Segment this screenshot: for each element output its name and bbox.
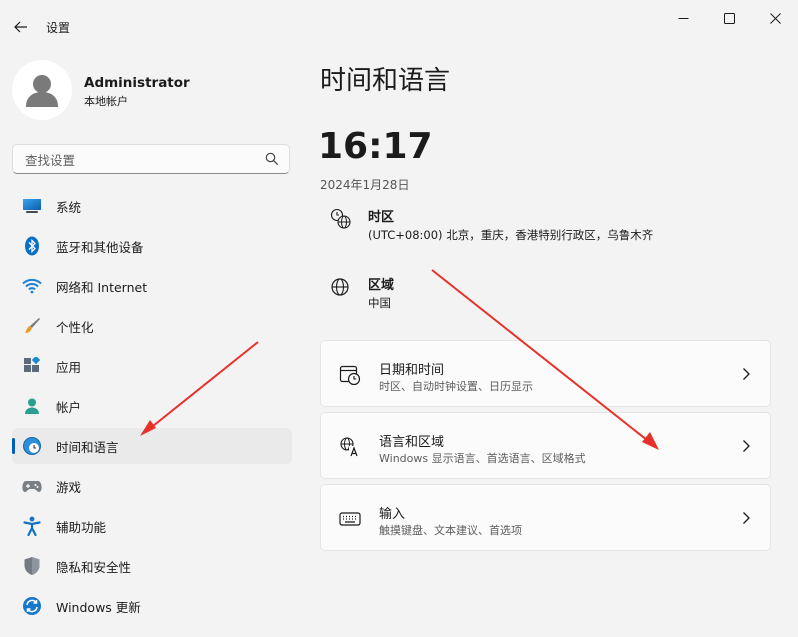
sidebar-item-label: 辅助功能 — [56, 519, 107, 535]
sidebar-item-apps[interactable]: 应用 — [12, 348, 292, 384]
arrow-left-icon — [14, 21, 27, 33]
sidebar-item-label: 系统 — [56, 199, 82, 215]
maximize-icon — [723, 12, 735, 24]
sidebar-item-time-language[interactable]: 时间和语言 — [12, 428, 292, 464]
user-profile[interactable]: Administrator 本地帐户 — [12, 60, 292, 120]
sidebar-item-label: 游戏 — [56, 479, 82, 495]
chevron-right-icon — [743, 512, 750, 524]
user-avatar-icon — [26, 75, 58, 107]
card-typing[interactable]: 输入 触摸键盘、文本建议、首选项 — [320, 484, 771, 551]
current-date: 2024年1月28日 — [320, 178, 410, 192]
search-icon[interactable] — [265, 152, 279, 166]
sidebar-item-accounts[interactable]: 帐户 — [12, 388, 292, 424]
account-icon — [22, 396, 42, 416]
title-bar: 设置 — [0, 0, 798, 48]
bluetooth-icon — [22, 236, 42, 256]
region-value: 中国 — [368, 296, 391, 310]
card-date-time[interactable]: 日期和时间 时区、自动时钟设置、日历显示 — [320, 340, 771, 407]
time-language-icon — [22, 436, 42, 456]
sidebar-item-label: 个性化 — [56, 319, 94, 335]
sidebar-item-gaming[interactable]: 游戏 — [12, 468, 292, 504]
timezone-value: (UTC+08:00) 北京，重庆，香港特别行政区，乌鲁木齐 — [368, 228, 654, 242]
gamepad-icon — [22, 476, 42, 496]
chevron-right-icon — [743, 440, 750, 452]
profile-name: Administrator — [84, 75, 190, 91]
minimize-icon — [678, 17, 688, 19]
system-icon — [22, 196, 42, 216]
sidebar-item-label: 应用 — [56, 359, 82, 375]
sidebar-item-privacy[interactable]: 隐私和安全性 — [12, 548, 292, 584]
region-info: 区域 中国 — [330, 274, 770, 314]
card-subtitle: Windows 显示语言、首选语言、区域格式 — [379, 452, 586, 465]
brush-icon — [22, 316, 42, 336]
globe-icon — [331, 278, 349, 296]
card-title: 语言和区域 — [379, 435, 445, 450]
sidebar-item-accessibility[interactable]: 辅助功能 — [12, 508, 292, 544]
close-button[interactable] — [752, 0, 798, 36]
sidebar-item-windows-update[interactable]: Windows 更新 — [12, 588, 292, 624]
sidebar-item-system[interactable]: 系统 — [12, 188, 292, 224]
sidebar-nav: 系统 蓝牙和其他设备 网络和 Internet 个性化 应用 帐户 时间和语言 … — [12, 188, 292, 628]
card-subtitle: 触摸键盘、文本建议、首选项 — [379, 524, 522, 537]
card-subtitle: 时区、自动时钟设置、日历显示 — [379, 380, 533, 393]
wifi-icon — [22, 276, 42, 296]
calendar-clock-icon — [339, 365, 361, 386]
timezone-title: 时区 — [368, 210, 395, 225]
search-box[interactable] — [12, 144, 290, 175]
accessibility-icon — [22, 516, 42, 536]
update-icon — [22, 596, 42, 616]
sidebar-item-bluetooth[interactable]: 蓝牙和其他设备 — [12, 228, 292, 264]
avatar — [12, 60, 72, 120]
region-title: 区域 — [368, 278, 395, 293]
app-title: 设置 — [46, 21, 71, 35]
timezone-info: 时区 (UTC+08:00) 北京，重庆，香港特别行政区，乌鲁木齐 — [330, 206, 770, 246]
search-input[interactable] — [23, 145, 257, 175]
card-title: 输入 — [379, 507, 406, 522]
card-language-region[interactable]: 语言和区域 Windows 显示语言、首选语言、区域格式 — [320, 412, 771, 479]
profile-account-type: 本地帐户 — [84, 95, 128, 108]
current-time: 16:17 — [318, 126, 433, 167]
sidebar-item-label: 蓝牙和其他设备 — [56, 239, 144, 255]
apps-icon — [22, 356, 42, 376]
close-icon — [769, 12, 781, 24]
sidebar-item-personalization[interactable]: 个性化 — [12, 308, 292, 344]
card-title: 日期和时间 — [379, 363, 445, 378]
sidebar-item-network[interactable]: 网络和 Internet — [12, 268, 292, 304]
sidebar-item-label: 网络和 Internet — [56, 279, 148, 295]
sidebar-item-label: 隐私和安全性 — [56, 559, 132, 575]
language-icon — [340, 437, 360, 457]
globe-clock-icon — [330, 208, 351, 229]
chevron-right-icon — [743, 368, 750, 380]
shield-icon — [22, 556, 42, 576]
sidebar-item-label: 帐户 — [56, 399, 82, 415]
keyboard-icon — [339, 512, 361, 526]
maximize-button[interactable] — [706, 0, 752, 36]
page-title: 时间和语言 — [320, 66, 451, 96]
sidebar-item-label: 时间和语言 — [56, 439, 119, 455]
minimize-button[interactable] — [660, 0, 706, 36]
back-button[interactable] — [10, 16, 32, 38]
sidebar-item-label: Windows 更新 — [56, 599, 141, 615]
